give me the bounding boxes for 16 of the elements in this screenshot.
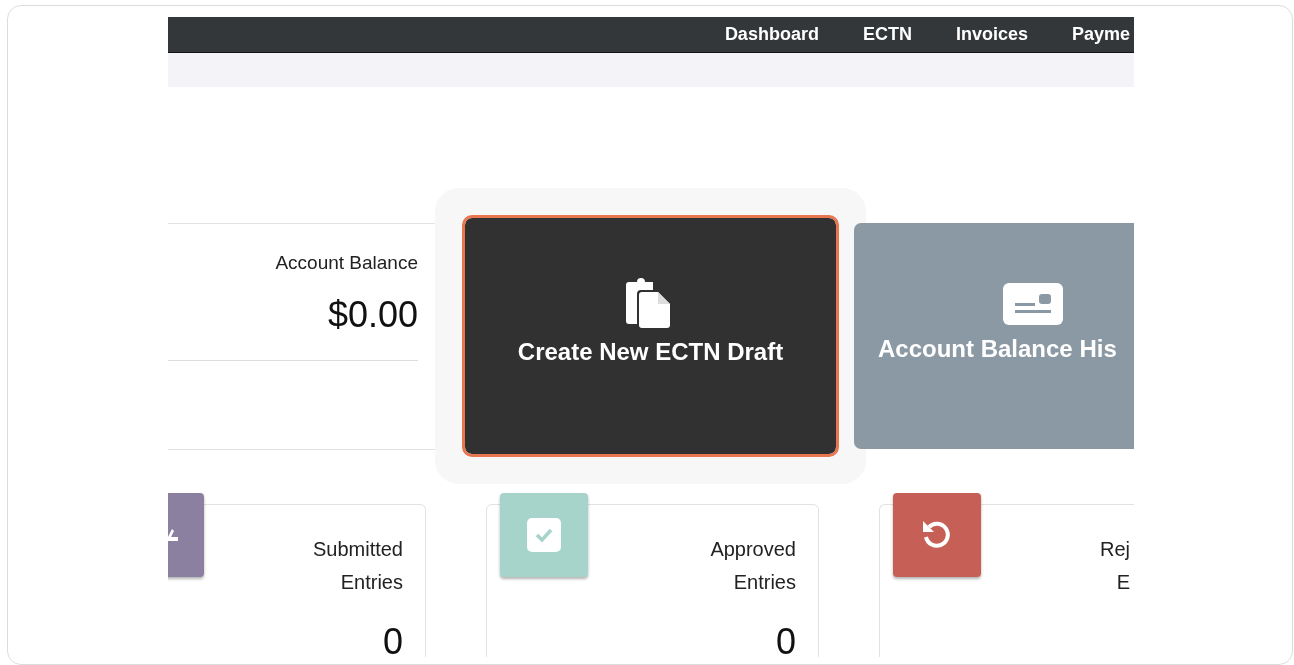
entries-label: E bbox=[1116, 570, 1130, 595]
entries-count: 0 bbox=[382, 621, 403, 657]
id-card-icon bbox=[1003, 283, 1063, 325]
nav-link[interactable]: Payme bbox=[1071, 24, 1130, 45]
nav-link[interactable]: Dashboard bbox=[724, 24, 819, 45]
entries-label: Rej bbox=[1100, 537, 1130, 562]
balance-amount: $0.00 bbox=[327, 293, 418, 336]
balance-label: Account Balance bbox=[275, 251, 418, 274]
entries-count: 0 bbox=[775, 621, 796, 657]
nav-link[interactable]: Invoices bbox=[955, 24, 1028, 45]
entries-label: Entries bbox=[340, 570, 403, 595]
nav-link[interactable]: ECTN bbox=[862, 24, 912, 45]
entries-label: Submitted bbox=[312, 537, 403, 562]
entries-label: Approved bbox=[710, 537, 796, 562]
checkbox-icon bbox=[527, 518, 561, 552]
entries-label: Entries bbox=[733, 570, 796, 595]
